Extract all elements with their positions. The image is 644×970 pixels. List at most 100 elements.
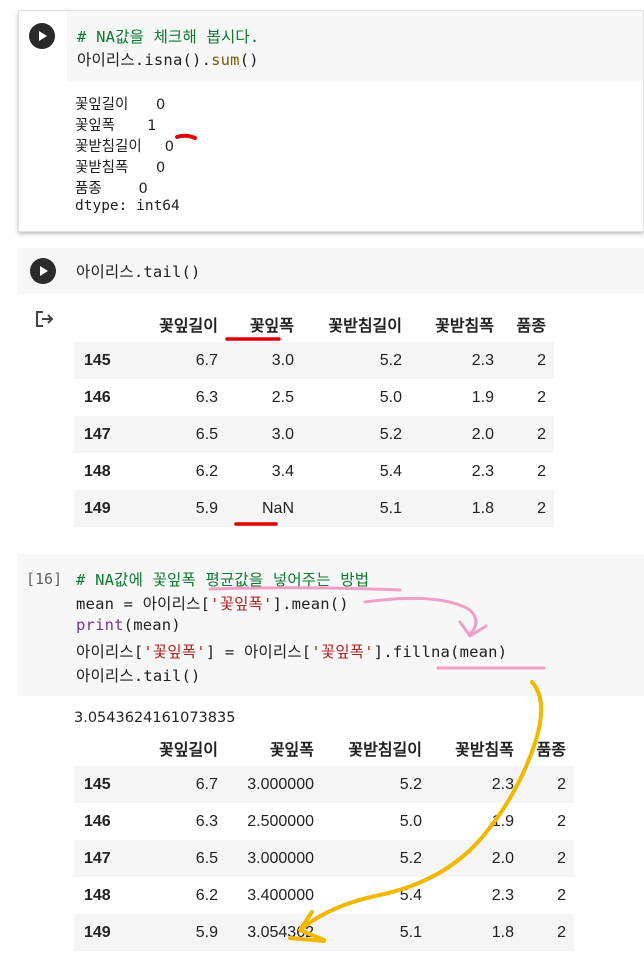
table-header-row: 꽃잎길이 꽃잎폭 꽃받침길이 꽃받침폭 품종 bbox=[74, 730, 574, 766]
print-output: 3.0543624161073835 bbox=[74, 710, 236, 726]
table-cell: 5.4 bbox=[379, 462, 402, 480]
table-cell: 6.5 bbox=[195, 849, 218, 867]
table-cell: 5.0 bbox=[379, 388, 402, 406]
table-cell: 2.5 bbox=[271, 388, 294, 406]
table-cell: 3.000000 bbox=[247, 849, 314, 867]
table-row: 149 5.9 3.054362 5.1 1.8 2 bbox=[74, 914, 574, 951]
code-line: mean = 아이리스['꽃잎폭'].mean() bbox=[76, 595, 349, 613]
row-index: 149 bbox=[84, 923, 111, 941]
table-cell: 2 bbox=[557, 849, 566, 867]
table-cell: 6.2 bbox=[195, 886, 218, 904]
table-cell: 5.9 bbox=[195, 923, 218, 941]
column-header: 품종 bbox=[536, 742, 566, 759]
table-cell: 5.2 bbox=[399, 849, 422, 867]
table-cell: 3.000000 bbox=[247, 775, 314, 793]
index-header bbox=[74, 306, 130, 342]
table-cell: 3.0 bbox=[271, 425, 294, 443]
table-cell: 6.2 bbox=[195, 462, 218, 480]
column-header: 꽃받침길이 bbox=[328, 318, 402, 335]
table-cell: 6.7 bbox=[195, 775, 218, 793]
dataframe-table: 꽃잎길이 꽃잎폭 꽃받침길이 꽃받침폭 품종 145 6.7 3.000000 … bbox=[74, 730, 574, 951]
column-header: 꽃받침폭 bbox=[435, 318, 494, 335]
table-cell: 2 bbox=[557, 886, 566, 904]
run-cell-button[interactable] bbox=[29, 23, 55, 49]
table-cell: 5.1 bbox=[379, 499, 402, 517]
row-index: 145 bbox=[84, 775, 111, 793]
table-row: 146 6.3 2.500000 5.0 1.9 2 bbox=[74, 803, 574, 840]
table-cell: 2.0 bbox=[491, 849, 514, 867]
table-cell: 2.3 bbox=[471, 351, 494, 369]
table-row: 146 6.3 2.5 5.0 1.9 2 bbox=[74, 379, 554, 416]
output-line: 꽃받침폭 0 bbox=[75, 160, 166, 176]
output-line: 품종 0 bbox=[75, 181, 148, 197]
output-arrow-icon[interactable] bbox=[35, 310, 55, 328]
row-index: 146 bbox=[84, 812, 111, 830]
table-cell: 2 bbox=[557, 812, 566, 830]
run-cell-button[interactable] bbox=[30, 258, 56, 284]
code-cell-3: [16] # NA값에 꽃잎폭 평균값을 넣어주는 방법 mean = 아이리스… bbox=[18, 554, 644, 964]
column-header: 품종 bbox=[516, 318, 546, 335]
table-cell: 2 bbox=[537, 462, 546, 480]
table-cell: 2 bbox=[537, 351, 546, 369]
table-cell: 1.8 bbox=[471, 499, 494, 517]
table-cell: 1.9 bbox=[471, 388, 494, 406]
code-comment: # NA값에 꽃잎폭 평균값을 넣어주는 방법 bbox=[76, 571, 370, 589]
code-cell-2: 아이리스.tail() 꽃잎길이 꽃잎폭 꽃받침길이 꽃받침폭 품종 145 6… bbox=[18, 248, 644, 528]
table-cell: 2 bbox=[537, 388, 546, 406]
table-cell: 1.9 bbox=[491, 812, 514, 830]
table-row: 145 6.7 3.0 5.2 2.3 2 bbox=[74, 342, 554, 379]
table-cell: 2 bbox=[557, 923, 566, 941]
row-index: 145 bbox=[84, 351, 111, 369]
code-line: print(mean) bbox=[76, 616, 181, 634]
table-cell: 2 bbox=[537, 425, 546, 443]
column-header: 꽃잎폭 bbox=[269, 742, 314, 759]
column-header: 꽃잎길이 bbox=[159, 318, 218, 335]
code-line: 아이리스.isna().sum() bbox=[77, 51, 259, 69]
table-row: 149 5.9 NaN 5.1 1.8 2 bbox=[74, 490, 554, 527]
row-index: 148 bbox=[84, 886, 111, 904]
table-cell: 5.9 bbox=[195, 499, 218, 517]
column-header: 꽃잎길이 bbox=[159, 742, 218, 759]
table-cell: 5.0 bbox=[399, 812, 422, 830]
table-header-row: 꽃잎길이 꽃잎폭 꽃받침길이 꽃받침폭 품종 bbox=[74, 306, 554, 342]
table-cell: 2.0 bbox=[471, 425, 494, 443]
code-line: 아이리스['꽃잎폭'] = 아이리스['꽃잎폭'].fillna(mean) bbox=[76, 643, 508, 661]
output-line: 꽃잎폭 1 bbox=[75, 118, 157, 134]
code-comment: # NA값을 체크해 봅시다. bbox=[77, 28, 260, 46]
table-cell: 5.4 bbox=[399, 886, 422, 904]
row-index: 147 bbox=[84, 425, 111, 443]
table-cell: 6.7 bbox=[195, 351, 218, 369]
table-cell: 2.3 bbox=[491, 886, 514, 904]
row-index: 149 bbox=[84, 499, 111, 517]
row-index: 146 bbox=[84, 388, 111, 406]
table-cell: 3.054362 bbox=[247, 923, 314, 941]
table-row: 147 6.5 3.0 5.2 2.0 2 bbox=[74, 416, 554, 453]
table-row: 147 6.5 3.000000 5.2 2.0 2 bbox=[74, 840, 574, 877]
play-icon bbox=[39, 31, 47, 41]
code-cell-1: # NA값을 체크해 봅시다. 아이리스.isna().sum() 꽃잎길이 0… bbox=[18, 10, 644, 232]
table-cell: 1.8 bbox=[491, 923, 514, 941]
table-cell: 2 bbox=[537, 499, 546, 517]
table-cell: NaN bbox=[261, 499, 294, 517]
table-cell: 2.3 bbox=[491, 775, 514, 793]
output-line: 꽃잎길이 0 bbox=[75, 97, 166, 113]
table-cell: 3.4 bbox=[271, 462, 294, 480]
table-cell: 2 bbox=[557, 775, 566, 793]
execution-count: [16] bbox=[26, 570, 63, 588]
table-cell: 5.2 bbox=[399, 775, 422, 793]
column-header: 꽃잎폭 bbox=[249, 318, 294, 335]
table-cell: 5.1 bbox=[399, 923, 422, 941]
table-cell: 2.3 bbox=[471, 462, 494, 480]
dataframe-table: 꽃잎길이 꽃잎폭 꽃받침길이 꽃받침폭 품종 145 6.7 3.0 5.2 2… bbox=[74, 306, 554, 527]
row-index: 148 bbox=[84, 462, 111, 480]
output-line: dtype: int64 bbox=[75, 198, 180, 214]
table-cell: 5.2 bbox=[379, 425, 402, 443]
code-line: 아이리스.tail() bbox=[76, 667, 201, 685]
table-cell: 3.0 bbox=[271, 351, 294, 369]
table-cell: 6.3 bbox=[195, 812, 218, 830]
table-cell: 6.3 bbox=[195, 388, 218, 406]
table-row: 148 6.2 3.4 5.4 2.3 2 bbox=[74, 453, 554, 490]
output-line: 꽃받침길이 0 bbox=[75, 139, 174, 155]
code-line: 아이리스.tail() bbox=[76, 263, 201, 281]
column-header: 꽃받침길이 bbox=[348, 742, 422, 759]
